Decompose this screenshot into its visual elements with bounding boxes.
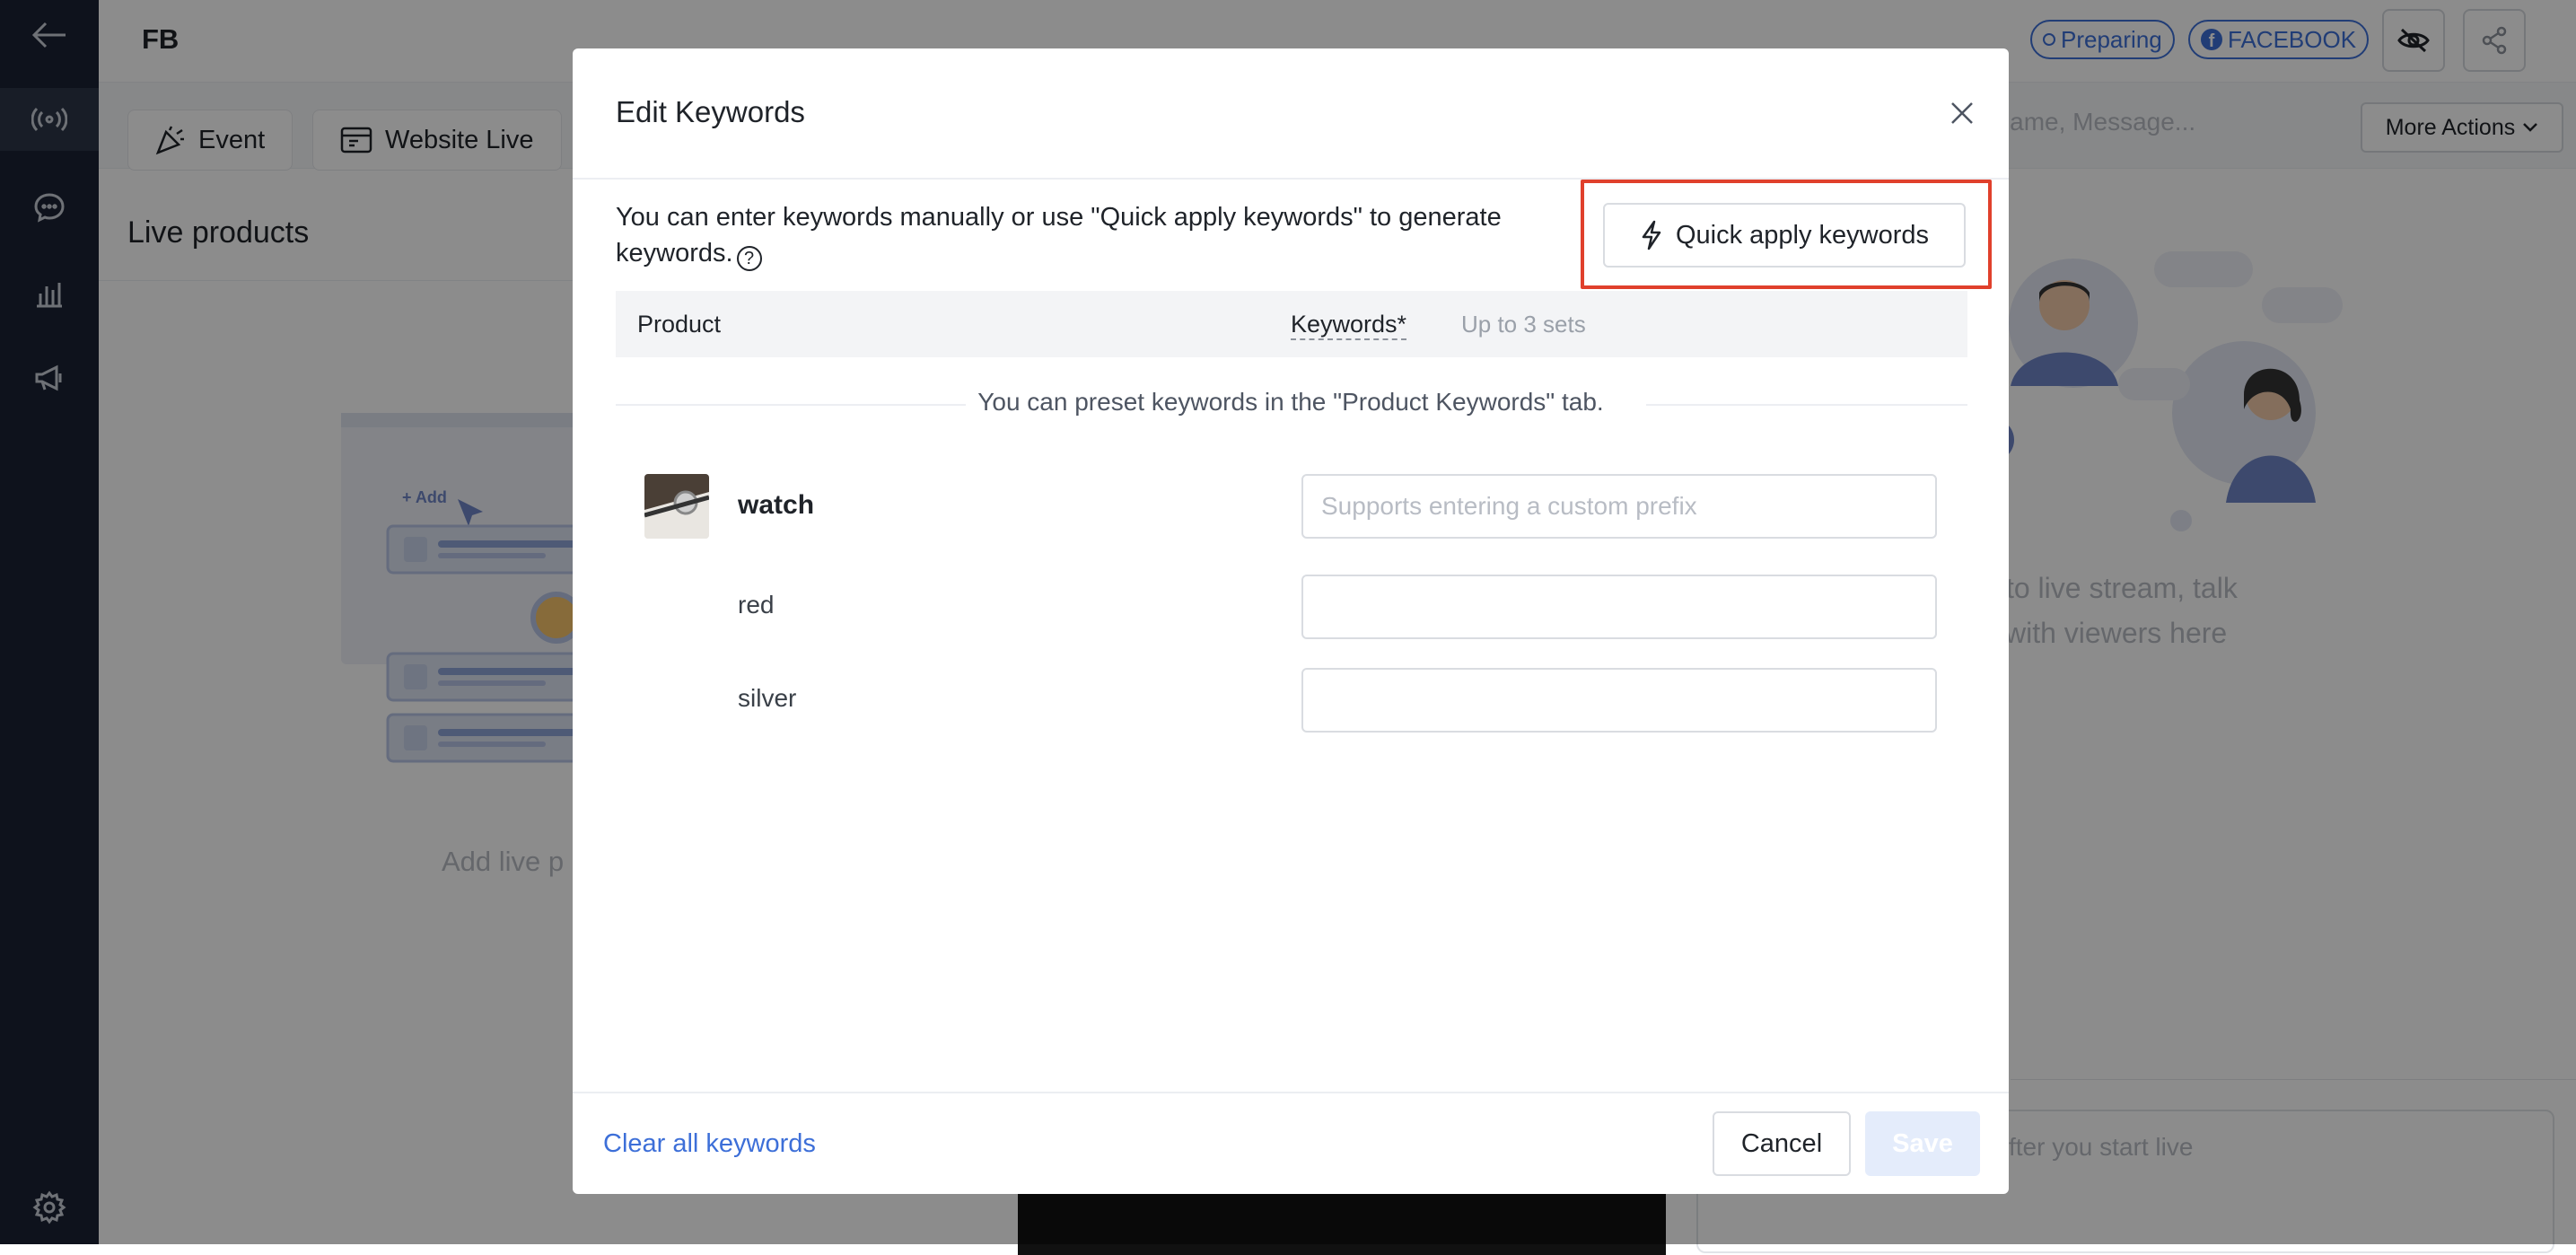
save-button[interactable]: Save (1865, 1111, 1980, 1176)
variant-name: silver (738, 684, 797, 712)
help-icon[interactable]: ? (736, 246, 762, 271)
keywords-limit-hint: Up to 3 sets (1461, 311, 1586, 338)
clear-all-keywords-link[interactable]: Clear all keywords (603, 1129, 816, 1159)
close-button[interactable] (1944, 95, 1980, 131)
lightning-icon (1642, 220, 1661, 250)
prefix-input[interactable] (1301, 474, 1937, 539)
variant-keyword-input[interactable] (1301, 668, 1937, 733)
column-header-keywords: Keywords* (1291, 311, 1407, 340)
close-icon (1951, 102, 1973, 124)
variant-name: red (738, 591, 775, 619)
product-thumbnail (644, 474, 709, 539)
intro-text: You can enter keywords manually or use "… (616, 199, 1576, 271)
table-header: Product Keywords* Up to 3 sets (616, 291, 1967, 357)
cancel-button[interactable]: Cancel (1713, 1111, 1851, 1176)
modal-footer-divider (573, 1092, 2009, 1093)
product-name: watch (738, 490, 815, 520)
quick-apply-keywords-label: Quick apply keywords (1675, 220, 1930, 250)
edit-keywords-modal: Edit Keywords You can enter keywords man… (573, 48, 2009, 1194)
modal-title: Edit Keywords (616, 95, 805, 128)
preset-keywords-hint: You can preset keywords in the "Product … (977, 388, 1604, 416)
column-header-product: Product (637, 311, 722, 338)
quick-apply-keywords-button[interactable]: Quick apply keywords (1603, 203, 1966, 268)
watch-image (644, 474, 709, 539)
variant-keyword-input[interactable] (1301, 575, 1937, 639)
